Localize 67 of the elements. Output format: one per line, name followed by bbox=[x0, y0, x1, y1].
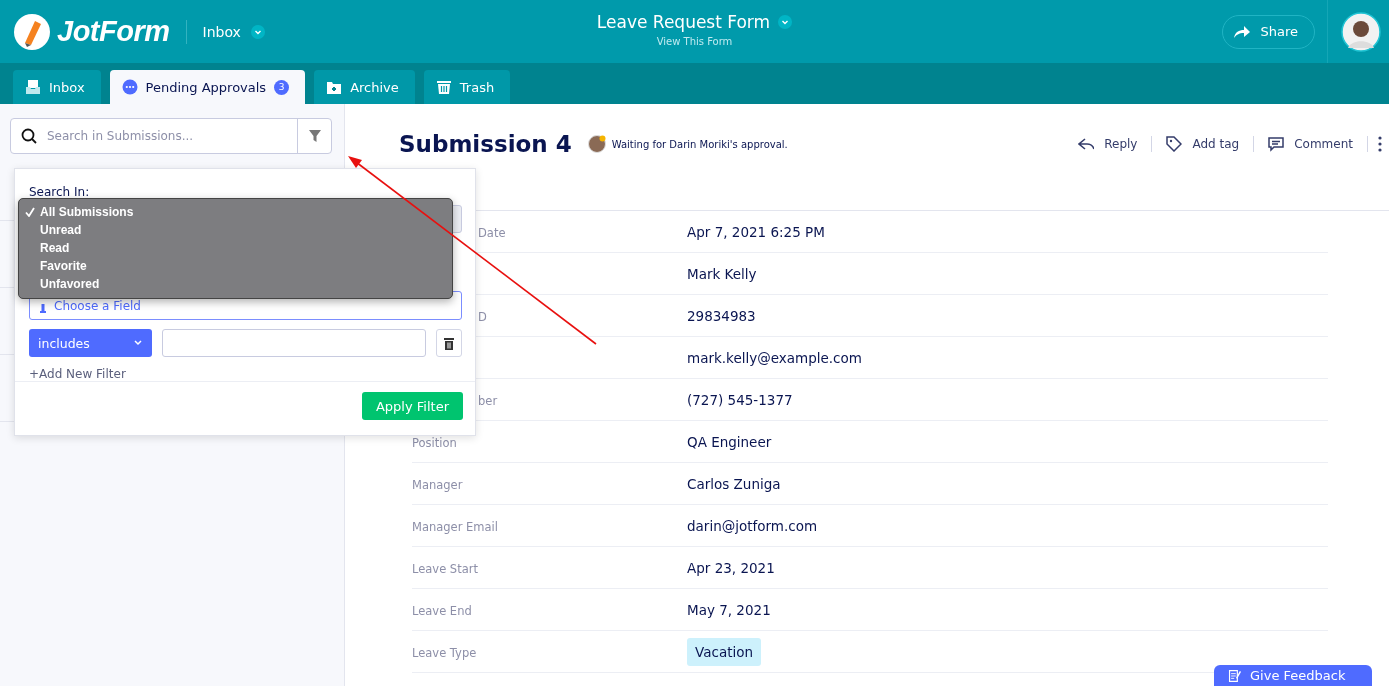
chevron-down-icon bbox=[250, 24, 265, 39]
add-filter-link[interactable]: +Add New Filter bbox=[29, 367, 126, 381]
folder-icon bbox=[326, 79, 343, 95]
field-label: Leave End bbox=[412, 604, 472, 618]
dots-icon bbox=[121, 79, 138, 95]
value-input[interactable] bbox=[162, 329, 427, 357]
funnel-icon bbox=[308, 130, 321, 142]
avatar bbox=[1341, 11, 1381, 52]
menu-item[interactable]: Unread bbox=[19, 221, 452, 239]
speech-bubble-icon bbox=[1268, 136, 1285, 152]
menu-item[interactable]: Favorite bbox=[19, 257, 452, 275]
trash-icon bbox=[435, 79, 452, 95]
action-button[interactable]: Comment bbox=[1264, 136, 1357, 152]
inbox-tray-icon bbox=[25, 79, 41, 95]
field-value: Mark Kelly bbox=[687, 266, 757, 282]
more-icon bbox=[1378, 136, 1382, 152]
field-label: Date bbox=[478, 226, 506, 240]
field-label: Leave Type bbox=[412, 646, 477, 660]
menu-item[interactable]: Read bbox=[19, 239, 452, 257]
avatar bbox=[587, 135, 606, 153]
tag-icon bbox=[1166, 136, 1183, 152]
tab[interactable]: Pending Approvals 3 bbox=[109, 70, 306, 104]
tab[interactable]: Archive bbox=[314, 70, 415, 104]
menu-item[interactable]: Unfavored bbox=[19, 275, 452, 293]
field-value: May 7, 2021 bbox=[687, 602, 771, 618]
section-dropdown[interactable]: Inbox bbox=[202, 23, 265, 40]
trash-icon bbox=[444, 336, 455, 350]
search-icon bbox=[21, 128, 37, 144]
action-button[interactable]: Reply bbox=[1074, 136, 1142, 152]
tab[interactable]: Inbox bbox=[13, 70, 101, 104]
field-value: mark.kelly@example.com bbox=[687, 350, 862, 366]
logo-text: JotForm bbox=[57, 15, 170, 48]
field-value: QA Engineer bbox=[687, 434, 772, 450]
submission-title: Submission 4 bbox=[399, 131, 572, 157]
field-value: Apr 7, 2021 6:25 PM bbox=[687, 224, 825, 240]
field-value: Carlos Zuniga bbox=[687, 476, 781, 492]
count-badge: 3 bbox=[274, 79, 290, 95]
field-label: Position bbox=[412, 436, 457, 450]
search-bar[interactable]: Search in Submissions... bbox=[10, 118, 332, 154]
view-form-link[interactable]: View This Form bbox=[656, 36, 733, 47]
search-field[interactable]: Search in Submissions... bbox=[45, 128, 297, 144]
field-value: (727) 545-1377 bbox=[687, 392, 793, 408]
field-value: darin@jotform.com bbox=[687, 518, 818, 534]
share-arrow-icon bbox=[1233, 24, 1252, 39]
leave-type-tag: Vacation bbox=[687, 638, 761, 666]
chevron-down-icon bbox=[778, 15, 793, 29]
approval-status: Waiting for Darin Moriki's approval. bbox=[611, 138, 788, 150]
search-in-label: Search In: bbox=[29, 185, 91, 199]
form-title[interactable]: Leave Request Form bbox=[596, 12, 771, 32]
operator-dropdown[interactable]: includes bbox=[29, 329, 153, 357]
field-label: Manager Email bbox=[412, 520, 498, 534]
field-label: Leave Start bbox=[412, 562, 478, 576]
tab[interactable]: Trash bbox=[423, 70, 511, 104]
action-button[interactable]: Add tag bbox=[1162, 136, 1244, 152]
give-feedback-button[interactable]: Give Feedback bbox=[1214, 665, 1372, 686]
field-value: Apr 23, 2021 bbox=[687, 560, 775, 576]
delete-button[interactable] bbox=[436, 329, 462, 357]
field-value: 29834983 bbox=[687, 308, 756, 324]
apply-filter-button[interactable]: Apply Filter bbox=[361, 392, 463, 420]
chevron-down-icon bbox=[134, 340, 143, 346]
field-label: ber bbox=[478, 394, 498, 408]
field-label: Manager bbox=[412, 478, 463, 492]
logo-icon bbox=[13, 12, 51, 51]
edit-note-icon bbox=[1228, 668, 1242, 683]
reply-arrow-icon bbox=[1078, 136, 1095, 152]
field-label: D bbox=[478, 310, 487, 324]
menu-item[interactable]: All Submissions bbox=[19, 203, 452, 221]
